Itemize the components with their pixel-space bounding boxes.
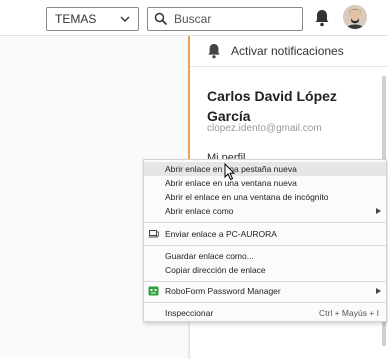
top-bar: TEMAS xyxy=(0,0,388,36)
menu-separator xyxy=(144,245,386,246)
menu-item-label: Abrir el enlace en una ventana de incógn… xyxy=(165,192,329,202)
menu-item-send-to-device[interactable]: Enviar enlace a PC-AURORA xyxy=(144,227,386,241)
roboform-icon xyxy=(148,286,159,296)
menu-separator xyxy=(144,302,386,303)
topics-select-value: TEMAS xyxy=(55,12,97,26)
bell-icon[interactable] xyxy=(314,9,330,27)
menu-item-copy-link-address[interactable]: Copiar dirección de enlace xyxy=(144,263,386,277)
chevron-right-icon xyxy=(376,208,381,214)
user-email: clopez.idento@gmail.com xyxy=(207,123,322,134)
chevron-right-icon xyxy=(376,288,381,294)
menu-item-inspect[interactable]: Inspeccionar Ctrl + Mayús + I xyxy=(144,306,386,320)
avatar[interactable] xyxy=(343,5,367,29)
user-name: Carlos David López García xyxy=(207,88,337,124)
context-menu: Abrir enlace en una pestaña nueva Abrir … xyxy=(143,159,387,322)
menu-item-label: Copiar dirección de enlace xyxy=(165,265,266,275)
divider xyxy=(190,66,388,67)
search-input[interactable] xyxy=(174,12,294,26)
menu-item-label: Enviar enlace a PC-AURORA xyxy=(165,229,277,239)
chevron-down-icon xyxy=(120,16,130,22)
bell-icon xyxy=(208,44,220,59)
enable-notifications-item[interactable]: Activar notificaciones xyxy=(190,36,388,66)
menu-item-shortcut: Ctrl + Mayús + I xyxy=(319,308,379,318)
menu-separator xyxy=(144,222,386,223)
menu-item-label: Inspeccionar xyxy=(165,308,214,318)
menu-item-label: Guardar enlace como... xyxy=(165,251,254,261)
menu-item-label: RoboForm Password Manager xyxy=(165,286,281,296)
laptop-icon xyxy=(148,230,159,238)
search-box[interactable] xyxy=(147,7,303,31)
enable-notifications-label: Activar notificaciones xyxy=(231,44,344,58)
mouse-cursor-icon xyxy=(224,163,236,181)
user-avatar-image xyxy=(343,5,367,29)
menu-item-open-incognito[interactable]: Abrir el enlace en una ventana de incógn… xyxy=(144,190,386,204)
menu-item-label: Abrir enlace como xyxy=(165,206,234,216)
menu-separator xyxy=(144,281,386,282)
menu-item-open-new-tab[interactable]: Abrir enlace en una pestaña nueva xyxy=(144,162,386,176)
search-icon xyxy=(154,12,168,26)
menu-item-roboform[interactable]: RoboForm Password Manager xyxy=(144,284,386,298)
topics-select[interactable]: TEMAS xyxy=(46,7,139,31)
menu-item-save-link-as[interactable]: Guardar enlace como... xyxy=(144,249,386,263)
menu-item-open-as[interactable]: Abrir enlace como xyxy=(144,204,386,218)
menu-item-open-new-window[interactable]: Abrir enlace en una ventana nueva xyxy=(144,176,386,190)
